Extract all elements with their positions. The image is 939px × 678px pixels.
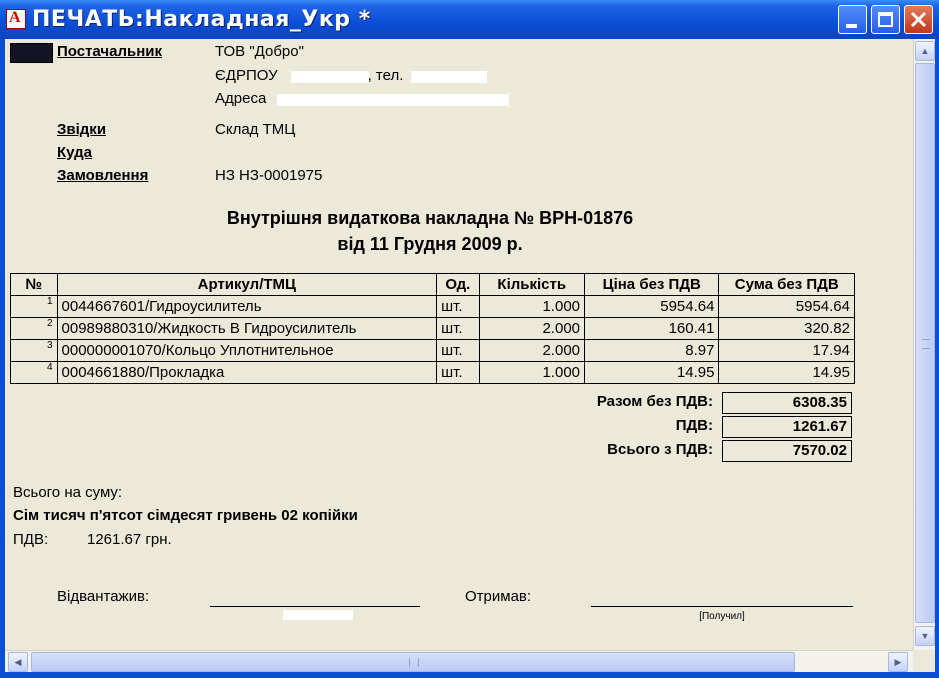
row-num: 4: [10, 361, 58, 384]
table-row: 4 0004661880/Прокладка шт. 1.000 14.95 1…: [10, 361, 855, 384]
arrow-left-icon: ◀: [14, 657, 22, 667]
from-label: Звідки: [57, 121, 107, 138]
subtotal-label: Разом без ПДВ:: [596, 393, 713, 410]
row-article: 000000001070/Кольцо Уплотнительное: [56, 339, 438, 362]
acrobat-icon: A: [6, 9, 26, 29]
row-qty: 2.000: [478, 339, 586, 362]
order-label: Замовлення: [57, 167, 149, 184]
scroll-up-button[interactable]: ▲: [915, 41, 935, 61]
row-qty: 1.000: [478, 295, 586, 318]
black-marker: [10, 43, 53, 63]
shipped-signature-line: [210, 606, 420, 607]
scroll-down-button[interactable]: ▼: [915, 626, 935, 646]
summary-words: Сім тисяч п'ятсот сімдесят гривень 02 ко…: [13, 507, 358, 524]
grip-icon: [922, 339, 930, 349]
row-sum: 14.95: [718, 361, 855, 384]
row-price: 8.97: [584, 339, 720, 362]
row-article: 0044667601/Гидроусилитель: [56, 295, 438, 318]
received-label: Отримав:: [465, 588, 532, 605]
close-icon: [910, 11, 927, 28]
title-bar[interactable]: A ПЕЧАТЬ:Накладная_Укр *: [0, 0, 939, 39]
row-num: 3: [10, 339, 58, 362]
arrow-right-icon: ▶: [894, 657, 902, 667]
header-sum: Сума без ПДВ: [718, 273, 855, 296]
row-article: 0004661880/Прокладка: [56, 361, 438, 384]
maximize-icon: [878, 12, 893, 27]
table-row: 3 000000001070/Кольцо Уплотнительное шт.…: [10, 339, 855, 362]
supplier-label: Постачальник: [57, 43, 162, 60]
horizontal-scrollbar[interactable]: ◀ ▶: [5, 650, 913, 672]
header-qty: Кількість: [478, 273, 586, 296]
row-qty: 2.000: [478, 317, 586, 340]
row-unit: шт.: [436, 295, 480, 318]
table-row: 1 0044667601/Гидроусилитель шт. 1.000 59…: [10, 295, 855, 318]
header-unit: Од.: [436, 273, 480, 296]
vertical-scrollbar[interactable]: ▲ ▼: [913, 39, 935, 650]
table-header-row: № Артикул/ТМЦ Од. Кількість Ціна без ПДВ…: [10, 273, 855, 296]
total-label: Всього з ПДВ:: [607, 441, 713, 458]
scroll-right-button[interactable]: ▶: [888, 652, 908, 672]
minimize-icon: [846, 24, 857, 28]
row-qty: 1.000: [478, 361, 586, 384]
row-price: 14.95: [584, 361, 720, 384]
vat-label: ПДВ:: [675, 417, 713, 434]
subtotal-value: 6308.35: [722, 392, 852, 414]
minimize-button[interactable]: [838, 5, 867, 34]
scrollbar-corner: [913, 650, 935, 672]
summary-vat-value: 1261.67 грн.: [87, 531, 172, 548]
shipped-label: Відвантажив:: [57, 588, 150, 605]
phone-label: , тел.: [367, 67, 404, 84]
header-article: Артикул/ТМЦ: [56, 273, 438, 296]
document-date: від 11 Грудня 2009 р.: [337, 234, 523, 254]
window-frame-bottom: [0, 672, 939, 678]
document-page: Постачальник ТОВ "Добро" ЄДРПОУ , тел. Ад…: [5, 39, 913, 650]
redacted-address: [277, 94, 509, 106]
arrow-down-icon: ▼: [920, 631, 930, 641]
edrpou-label: ЄДРПОУ: [215, 67, 278, 84]
row-unit: шт.: [436, 361, 480, 384]
grip-icon: [409, 658, 419, 667]
redacted-edrpou: [291, 71, 369, 83]
window-title: ПЕЧАТЬ:Накладная_Укр *: [32, 7, 371, 32]
header-num: №: [10, 273, 58, 296]
row-price: 160.41: [584, 317, 720, 340]
row-sum: 5954.64: [718, 295, 855, 318]
redacted-shipper-name: [283, 610, 353, 620]
header-price: Ціна без ПДВ: [584, 273, 720, 296]
summary-vat-label: ПДВ:: [13, 531, 49, 548]
close-button[interactable]: [904, 5, 933, 34]
arrow-up-icon: ▲: [920, 46, 930, 56]
document-title: Внутрішня видаткова накладна № ВРН-01876: [226, 208, 634, 228]
row-price: 5954.64: [584, 295, 720, 318]
row-unit: шт.: [436, 317, 480, 340]
row-sum: 320.82: [718, 317, 855, 340]
received-signature-line: [591, 606, 853, 607]
row-sum: 17.94: [718, 339, 855, 362]
items-table: № Артикул/ТМЦ Од. Кількість Ціна без ПДВ…: [10, 273, 855, 384]
supplier-address: Адреса: [215, 90, 267, 107]
row-unit: шт.: [436, 339, 480, 362]
total-value: 7570.02: [722, 440, 852, 462]
redacted-phone: [411, 71, 487, 83]
scroll-left-button[interactable]: ◀: [8, 652, 28, 672]
table-row: 2 00989880310/Жидкость В Гидроусилитель …: [10, 317, 855, 340]
row-article: 00989880310/Жидкость В Гидроусилитель: [56, 317, 438, 340]
horizontal-scroll-thumb[interactable]: [31, 652, 795, 672]
vertical-scroll-thumb[interactable]: [915, 63, 935, 623]
window-frame-right: [935, 39, 939, 678]
received-caption: [Получил]: [699, 611, 745, 622]
from-value: Склад ТМЦ: [215, 121, 296, 138]
summary-label: Всього на суму:: [13, 484, 123, 501]
row-num: 2: [10, 317, 58, 340]
print-preview-window: A ПЕЧАТЬ:Накладная_Укр * Постачальник ТО…: [0, 0, 939, 678]
row-num: 1: [10, 295, 58, 318]
to-label: Куда: [57, 144, 92, 161]
supplier-name: ТОВ "Добро": [215, 43, 304, 60]
vat-value: 1261.67: [722, 416, 852, 438]
maximize-button[interactable]: [871, 5, 900, 34]
order-value: НЗ НЗ-0001975: [215, 167, 323, 184]
